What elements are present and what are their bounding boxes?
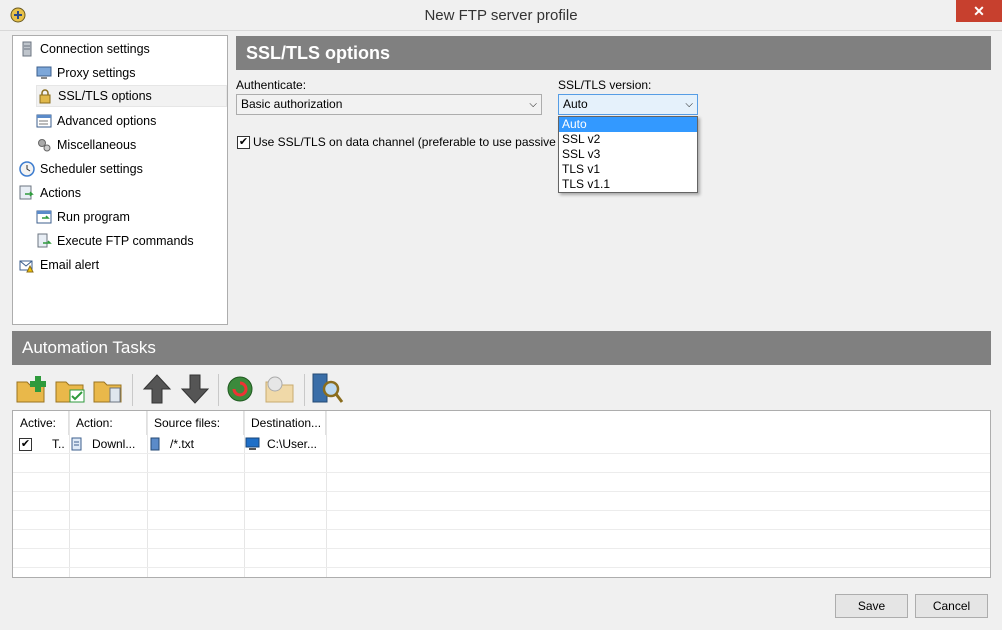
column-source-files[interactable]: Source files: <box>147 411 244 435</box>
save-button[interactable]: Save <box>835 594 908 618</box>
tree-item-ssl-tls-options[interactable]: SSL/TLS options <box>36 85 227 107</box>
tree-item-advanced-options[interactable]: Advanced options <box>36 110 156 132</box>
tree-item-proxy-settings[interactable]: Proxy settings <box>36 62 136 84</box>
toolbar-separator <box>218 374 219 406</box>
tree-item-label: SSL/TLS options <box>58 89 152 103</box>
tree-item-label: Scheduler settings <box>40 162 143 176</box>
option-ssl-v3[interactable]: SSL v3 <box>559 147 697 162</box>
column-destination[interactable]: Destination... <box>244 411 326 435</box>
table-row <box>13 473 990 492</box>
use-ssl-data-label: Use SSL/TLS on data channel (preferable … <box>253 135 576 149</box>
title-bar: New FTP server profile ✕ <box>0 0 1002 31</box>
local-computer-icon <box>245 437 260 450</box>
column-active[interactable]: Active: <box>13 411 69 435</box>
tree-item-label: Execute FTP commands <box>57 234 194 248</box>
ssl-version-select[interactable]: Auto ⌵ <box>558 94 698 115</box>
tree-item-actions[interactable]: Actions <box>19 182 81 204</box>
active-cell: T.. <box>52 437 65 451</box>
chevron-down-icon: ⌵ <box>685 99 693 110</box>
download-icon <box>71 437 82 451</box>
actions-icon <box>19 185 34 200</box>
destination-cell: C:\User... <box>267 437 318 451</box>
action-cell: Downl... <box>92 437 136 451</box>
list-window-icon <box>36 114 52 128</box>
automation-tasks-header: Automation Tasks <box>12 331 991 365</box>
option-auto[interactable]: Auto <box>559 117 697 132</box>
ssl-version-label: SSL/TLS version: <box>558 78 652 92</box>
tree-item-connection-settings[interactable]: Connection settings <box>19 38 150 60</box>
table-header: Active: Action: Source files: Destinatio… <box>13 411 326 435</box>
tree-item-label: Connection settings <box>40 42 150 56</box>
window-title: New FTP server profile <box>424 7 578 24</box>
table-row <box>13 454 990 473</box>
option-tls-v1[interactable]: TLS v1 <box>559 162 697 177</box>
option-ssl-v2[interactable]: SSL v2 <box>559 132 697 147</box>
authenticate-value: Basic authorization <box>241 97 343 111</box>
tree-item-scheduler-settings[interactable]: Scheduler settings <box>19 158 143 180</box>
source-cell: /*.txt <box>170 437 195 451</box>
run-tasks-icon[interactable] <box>224 372 258 406</box>
tasks-table: Active: Action: Source files: Destinatio… <box>12 410 991 578</box>
ssl-version-value: Auto <box>563 97 588 111</box>
monitor-icon <box>36 66 52 79</box>
ssl-version-dropdown: Auto SSL v2 SSL v3 TLS v1 TLS v1.1 <box>558 116 698 193</box>
use-ssl-data-checkbox[interactable]: ✔ <box>237 136 250 149</box>
toolbar-separator <box>132 374 133 406</box>
search-log-icon[interactable] <box>310 372 344 406</box>
server-icon <box>22 41 32 57</box>
edit-task-icon[interactable] <box>53 372 87 406</box>
column-action[interactable]: Action: <box>69 411 147 435</box>
table-row <box>13 511 990 530</box>
ftp-command-icon <box>37 233 52 248</box>
clock-icon <box>19 161 35 177</box>
table-row <box>13 530 990 549</box>
tree-item-email-alert[interactable]: Email alert <box>19 254 99 276</box>
cancel-button[interactable]: Cancel <box>915 594 988 618</box>
tree-item-run-program[interactable]: Run program <box>36 206 130 228</box>
copy-task-icon[interactable] <box>91 372 125 406</box>
tree-item-label: Proxy settings <box>57 66 136 80</box>
tree-item-label: Run program <box>57 210 130 224</box>
table-row[interactable]: ✔ T.. Downl... /*.txt C:\User... <box>13 435 990 454</box>
add-task-icon[interactable] <box>14 372 48 406</box>
arrow-down-icon[interactable] <box>178 372 212 406</box>
remote-file-icon <box>150 437 160 451</box>
tree-item-execute-ftp-commands[interactable]: Execute FTP commands <box>36 230 194 252</box>
tree-item-label: Miscellaneous <box>57 138 137 152</box>
arrow-up-icon[interactable] <box>140 372 174 406</box>
gears-icon <box>38 139 51 152</box>
active-checkbox[interactable]: ✔ <box>19 438 32 451</box>
task-history-icon[interactable] <box>263 372 297 406</box>
option-tls-v1-1[interactable]: TLS v1.1 <box>559 177 697 192</box>
lock-icon <box>39 89 51 104</box>
tree-item-label: Email alert <box>40 258 100 272</box>
table-row <box>13 492 990 511</box>
toolbar-separator <box>304 374 305 406</box>
authenticate-label: Authenticate: <box>236 78 307 92</box>
tree-item-miscellaneous[interactable]: Miscellaneous <box>36 134 136 156</box>
table-row <box>13 549 990 568</box>
chevron-down-icon: ⌵ <box>529 99 537 110</box>
tree-item-label: Actions <box>40 186 81 200</box>
close-button[interactable]: ✕ <box>956 0 1002 22</box>
tree-item-label: Advanced options <box>57 114 157 128</box>
run-program-icon <box>36 210 52 224</box>
authenticate-select[interactable]: Basic authorization ⌵ <box>236 94 542 115</box>
panel-title: SSL/TLS options <box>236 36 991 70</box>
settings-tree: Connection settings Proxy settings SSL/T… <box>12 35 228 325</box>
email-alert-icon <box>19 260 34 273</box>
